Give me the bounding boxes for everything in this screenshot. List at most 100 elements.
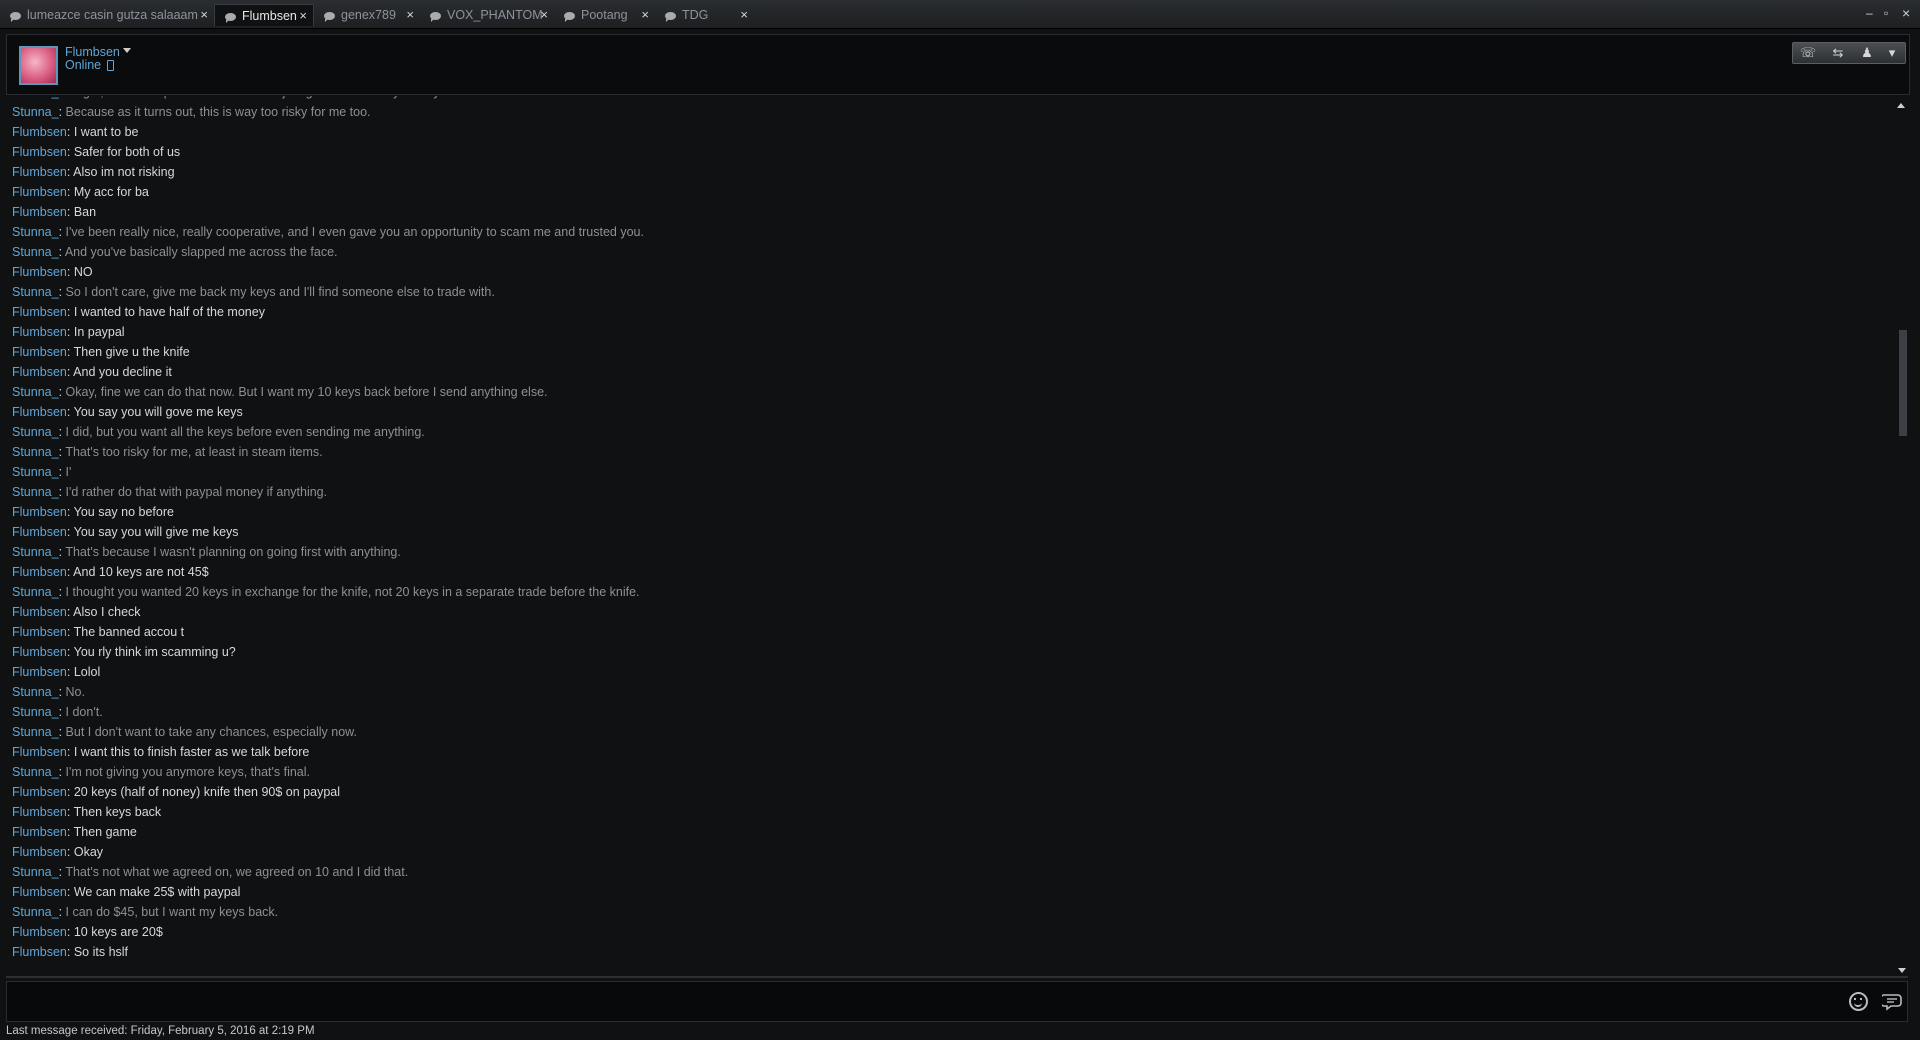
chat-message: Flumbsen: You rly think im scamming u? xyxy=(12,642,236,662)
avatar[interactable] xyxy=(19,46,58,85)
message-sender[interactable]: Stunna_ xyxy=(12,445,59,459)
maximize-icon[interactable]: ▫ xyxy=(1884,6,1888,20)
scroll-down-icon[interactable] xyxy=(1898,968,1906,973)
message-sender[interactable]: Stunna_ xyxy=(12,685,59,699)
chat-bubble-icon xyxy=(324,12,335,22)
message-sender[interactable]: Flumbsen xyxy=(12,925,67,939)
tab-chat-pootang[interactable]: Pootang × xyxy=(554,4,655,26)
group-chat-icon[interactable]: ♟ xyxy=(1855,43,1879,63)
minimize-icon[interactable]: – xyxy=(1866,6,1873,20)
scroll-thumb[interactable] xyxy=(1899,330,1907,436)
message-sender[interactable]: Flumbsen xyxy=(12,525,67,539)
message-text: You say you will gove me keys xyxy=(73,405,243,419)
send-message-icon[interactable] xyxy=(1882,993,1904,1011)
friend-name[interactable]: Flumbsen xyxy=(65,45,120,59)
message-sender[interactable]: Stunna_ xyxy=(12,905,59,919)
message-sender[interactable]: Flumbsen xyxy=(12,645,67,659)
message-sender[interactable]: Flumbsen xyxy=(12,345,67,359)
message-sender[interactable]: Stunna_ xyxy=(12,545,59,559)
sender-separator: : xyxy=(66,845,74,859)
scroll-up-icon[interactable] xyxy=(1897,103,1905,108)
chat-bubble-icon xyxy=(564,12,575,22)
message-sender[interactable]: Flumbsen xyxy=(12,325,67,339)
close-window-icon[interactable]: × xyxy=(1902,6,1910,20)
sender-separator: : xyxy=(58,105,66,119)
sender-separator: : xyxy=(66,325,74,339)
message-text: Also I check xyxy=(73,605,141,619)
chat-message: Stunna_: I thought you wanted 20 keys in… xyxy=(12,582,640,602)
tab-close-icon[interactable]: × xyxy=(406,4,414,26)
message-sender[interactable]: Flumbsen xyxy=(12,625,67,639)
chat-message: Stunna_: I'm not giving you anymore keys… xyxy=(12,762,310,782)
message-sender[interactable]: Flumbsen xyxy=(12,945,67,959)
message-sender[interactable]: Stunna_ xyxy=(12,725,59,739)
friend-header: Flumbsen Online ☏ ⇆ ♟ ▾ xyxy=(6,34,1910,95)
message-sender[interactable]: Stunna_ xyxy=(12,585,59,599)
message-sender[interactable]: Flumbsen xyxy=(12,265,67,279)
tab-chat-flumbsen[interactable]: Flumbsen × xyxy=(214,4,314,26)
message-sender[interactable]: Flumbsen xyxy=(12,825,67,839)
tab-close-icon[interactable]: × xyxy=(740,4,748,26)
chat-scrollbar[interactable] xyxy=(1897,103,1907,973)
message-sender[interactable]: Stunna_ xyxy=(12,96,59,99)
message-sender[interactable]: Stunna_ xyxy=(12,425,59,439)
sender-separator: : xyxy=(58,905,66,919)
message-sender[interactable]: Flumbsen xyxy=(12,505,67,519)
tab-close-icon[interactable]: × xyxy=(540,4,548,26)
voice-call-icon[interactable]: ☏ xyxy=(1796,43,1820,63)
message-sender[interactable]: Flumbsen xyxy=(12,145,67,159)
message-sender[interactable]: Flumbsen xyxy=(12,805,67,819)
message-sender[interactable]: Stunna_ xyxy=(12,225,59,239)
message-sender[interactable]: Stunna_ xyxy=(12,765,59,779)
message-sender[interactable]: Flumbsen xyxy=(12,605,67,619)
chat-message: Flumbsen: My acc for ba xyxy=(12,182,149,202)
tab-close-icon[interactable]: × xyxy=(641,4,649,26)
message-input[interactable] xyxy=(6,981,1908,1022)
tab-chat-tdg[interactable]: TDG × xyxy=(655,4,754,26)
tab-chat-vox-phantom[interactable]: VOX_PHANTOM × xyxy=(420,4,554,26)
chevron-down-icon[interactable] xyxy=(123,48,131,53)
message-text: You rly think im scamming u? xyxy=(73,645,236,659)
tab-close-icon[interactable]: × xyxy=(200,4,208,26)
tab-close-icon[interactable]: × xyxy=(299,5,307,26)
message-sender[interactable]: Stunna_ xyxy=(12,865,59,879)
message-text: So its hslf xyxy=(73,945,129,959)
message-sender[interactable]: Stunna_ xyxy=(12,705,59,719)
message-sender[interactable]: Flumbsen xyxy=(12,885,67,899)
message-sender[interactable]: Stunna_ xyxy=(12,385,59,399)
message-sender[interactable]: Flumbsen xyxy=(12,305,67,319)
message-text: Okay xyxy=(73,845,104,859)
send-file-icon[interactable]: ⇆ xyxy=(1823,43,1853,63)
message-sender[interactable]: Flumbsen xyxy=(12,845,67,859)
chat-message: Stunna_: And you've basically slapped me… xyxy=(12,242,338,262)
message-sender[interactable]: Flumbsen xyxy=(12,365,67,379)
message-sender[interactable]: Flumbsen xyxy=(12,185,67,199)
sender-separator: : xyxy=(66,625,74,639)
tab-label: Pootang xyxy=(581,8,628,22)
tab-chat-genex789[interactable]: genex789 × xyxy=(314,4,420,26)
sender-separator: : xyxy=(58,705,66,719)
message-sender[interactable]: Flumbsen xyxy=(12,125,67,139)
message-sender[interactable]: Flumbsen xyxy=(12,665,67,679)
message-sender[interactable]: Flumbsen xyxy=(12,205,67,219)
message-sender[interactable]: Flumbsen xyxy=(12,745,67,759)
message-text: NO xyxy=(73,265,93,279)
message-sender[interactable]: Stunna_ xyxy=(12,285,59,299)
chat-bubble-icon xyxy=(430,12,441,22)
message-sender[interactable]: Stunna_ xyxy=(12,485,59,499)
message-sender[interactable]: Stunna_ xyxy=(12,465,59,479)
message-sender[interactable]: Flumbsen xyxy=(12,785,67,799)
more-options-icon[interactable]: ▾ xyxy=(1881,43,1903,63)
message-text: So I don't care, give me back my keys an… xyxy=(65,285,495,299)
message-sender[interactable]: Stunna_ xyxy=(12,245,59,259)
message-sender[interactable]: Flumbsen xyxy=(12,405,67,419)
message-sender[interactable]: Stunna_ xyxy=(12,105,59,119)
chat-message: Flumbsen: Then keys back xyxy=(12,802,161,822)
smiley-icon[interactable] xyxy=(1849,992,1868,1011)
message-sender[interactable]: Flumbsen xyxy=(12,165,67,179)
tab-chat-lumeazce[interactable]: lumeazce casin gutza salaaam × xyxy=(0,4,214,26)
chat-message: Flumbsen: Lolol xyxy=(12,662,100,682)
composer-divider[interactable] xyxy=(6,976,1908,978)
chat-message: Flumbsen: Also im not risking xyxy=(12,162,175,182)
message-sender[interactable]: Flumbsen xyxy=(12,565,67,579)
